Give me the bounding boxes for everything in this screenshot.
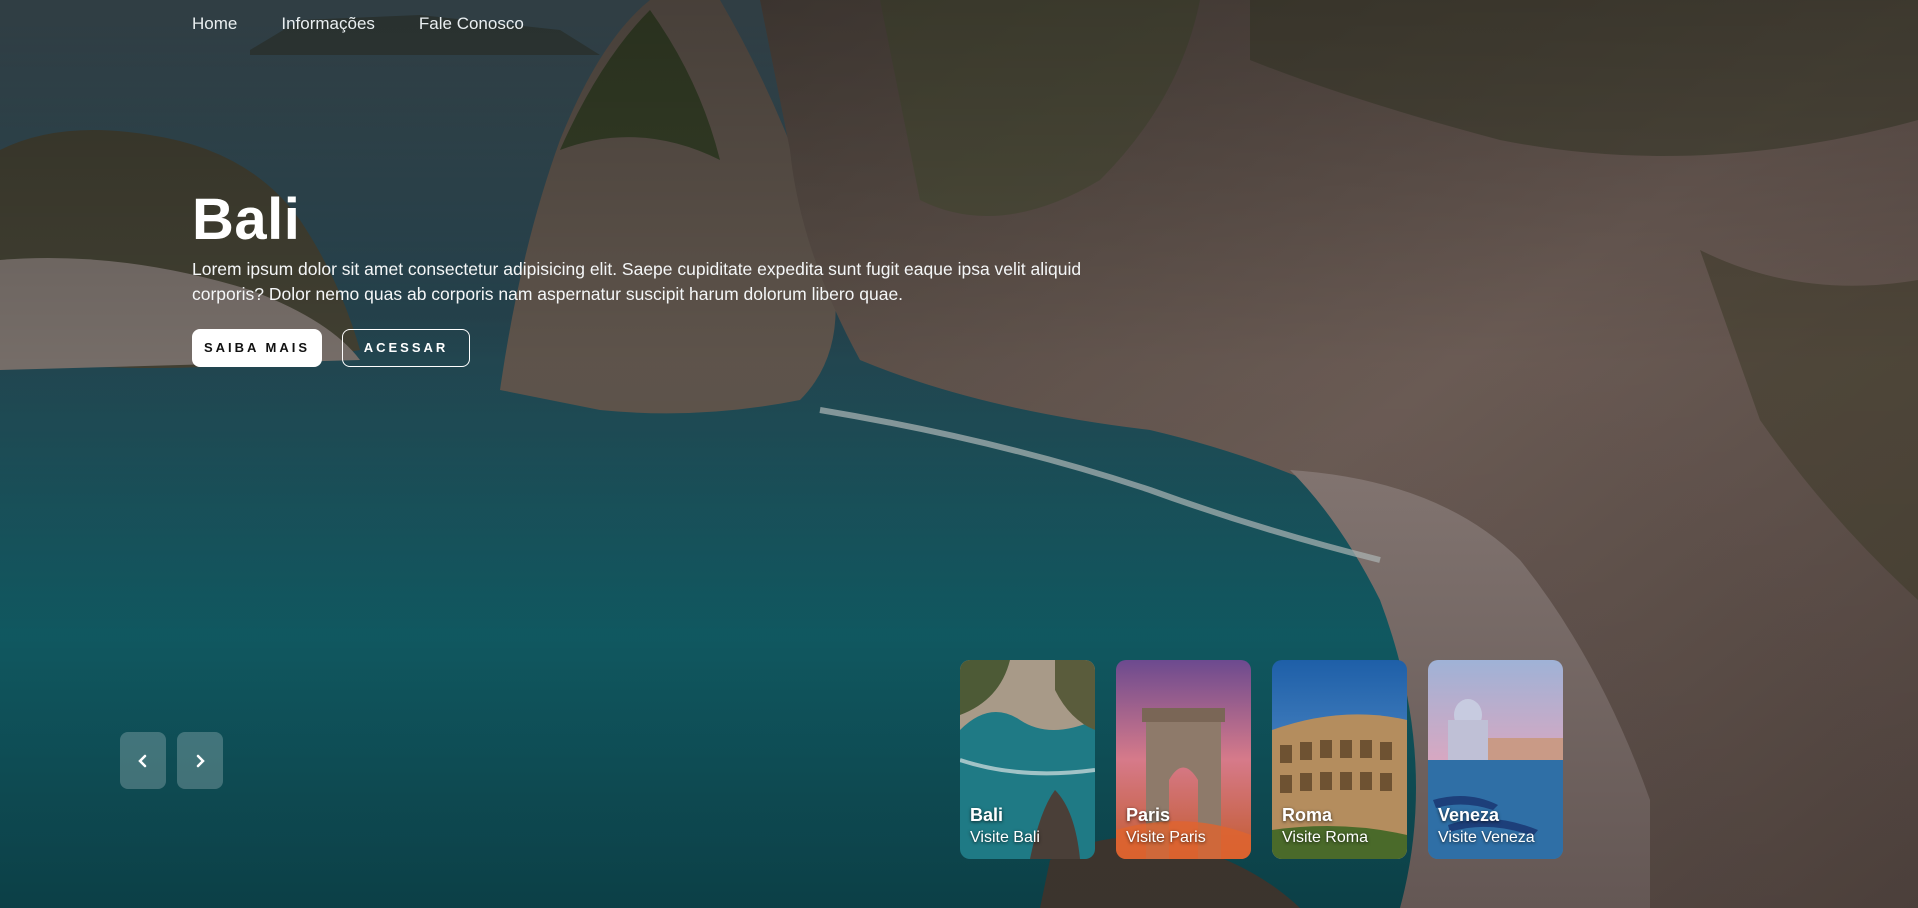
card-subtitle: Visite Roma (1282, 829, 1368, 846)
card-subtitle: Visite Paris (1126, 829, 1206, 846)
card-roma[interactable]: Roma Visite Roma (1272, 660, 1407, 859)
card-title: Paris (1126, 805, 1171, 825)
hero-content: Bali Lorem ipsum dolor sit amet consecte… (192, 187, 1152, 367)
card-title: Bali (970, 805, 1004, 825)
chevron-right-icon (196, 754, 205, 767)
card-paris-text: Paris Visite Paris (1126, 805, 1206, 847)
hero-background-image (0, 0, 1918, 908)
card-veneza[interactable]: Veneza Visite Veneza (1428, 660, 1563, 859)
card-bali[interactable]: Bali Visite Bali (960, 660, 1095, 859)
destination-cards: Bali Visite Bali Paris Visite Paris Roma… (960, 660, 1563, 859)
card-bali-text: Bali Visite Bali (970, 805, 1040, 847)
card-title: Roma (1282, 805, 1333, 825)
card-title: Veneza (1438, 805, 1500, 825)
nav-link-informacoes[interactable]: Informações (281, 14, 375, 34)
nav-link-fale-conosco[interactable]: Fale Conosco (419, 14, 524, 34)
card-paris[interactable]: Paris Visite Paris (1116, 660, 1251, 859)
next-slide-button[interactable] (177, 732, 223, 789)
card-subtitle: Visite Veneza (1438, 829, 1535, 846)
chevron-left-icon (138, 754, 147, 767)
hero-title: Bali (192, 187, 301, 252)
card-subtitle: Visite Bali (970, 829, 1040, 846)
acessar-button[interactable]: ACESSAR (342, 328, 470, 367)
nav-link-home[interactable]: Home (192, 14, 237, 34)
saiba-mais-button[interactable]: SAIBA MAIS (192, 328, 322, 367)
card-roma-text: Roma Visite Roma (1282, 805, 1368, 847)
prev-slide-button[interactable] (120, 732, 166, 789)
main-nav: Home Informações Fale Conosco (192, 14, 524, 34)
hero-description: Lorem ipsum dolor sit amet consectetur a… (192, 258, 1082, 304)
card-veneza-text: Veneza Visite Veneza (1438, 805, 1535, 847)
hero-buttons: SAIBA MAIS ACESSAR (192, 328, 1152, 367)
